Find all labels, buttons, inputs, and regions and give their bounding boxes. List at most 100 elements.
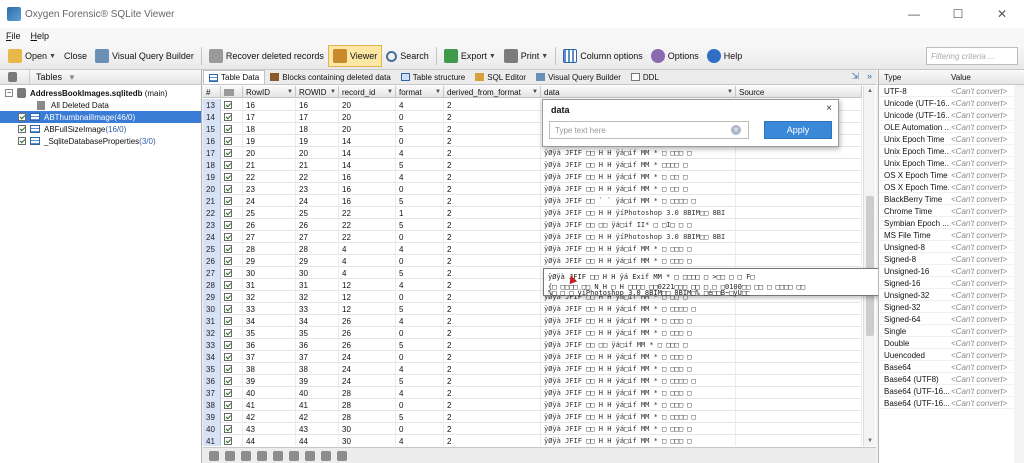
- record-id-cell[interactable]: 16: [339, 171, 396, 183]
- column-header-derived-from-format[interactable]: derived_from_format ▼: [444, 86, 541, 98]
- record-id-cell[interactable]: 24: [339, 351, 396, 363]
- row-number-cell[interactable]: 32: [203, 327, 221, 339]
- derived-from-format-cell[interactable]: 2: [444, 147, 541, 159]
- source-cell[interactable]: [736, 351, 862, 363]
- row-number-cell[interactable]: 20: [203, 183, 221, 195]
- rowid-2-cell[interactable]: 23: [296, 183, 339, 195]
- rowid-cell[interactable]: 37: [243, 351, 296, 363]
- data-cell[interactable]: ÿØÿà JFIF □□ H H ÿá□if MM * □ □□□ □: [541, 315, 736, 327]
- rowid-2-cell[interactable]: 40: [296, 387, 339, 399]
- source-cell[interactable]: [736, 255, 862, 267]
- column-header-index[interactable]: #: [203, 86, 221, 98]
- source-cell[interactable]: [736, 207, 862, 219]
- row-checkbox[interactable]: [224, 317, 232, 325]
- data-cell[interactable]: ÿØÿà JFIF □□ H H ÿíPhotoshop 3.0 8BIM□□ …: [541, 207, 736, 219]
- record-id-cell[interactable]: 24: [339, 375, 396, 387]
- derived-from-format-cell[interactable]: 2: [444, 99, 541, 111]
- rowid-cell[interactable]: 20: [243, 147, 296, 159]
- source-cell[interactable]: [736, 387, 862, 399]
- data-cell[interactable]: ÿØÿà JFIF □□ H H ÿá□if MM * □ □□ □: [541, 171, 736, 183]
- format-cell[interactable]: 1: [396, 207, 444, 219]
- export-button[interactable]: Export ▼: [440, 45, 500, 67]
- row-number-cell[interactable]: 21: [203, 195, 221, 207]
- tab-visual-query-builder[interactable]: Visual Query Builder: [531, 70, 626, 84]
- filter-icon[interactable]: ▼: [68, 73, 76, 82]
- row-checkbox-cell[interactable]: [221, 339, 243, 351]
- record-id-cell[interactable]: 20: [339, 123, 396, 135]
- table-row[interactable]: 38 41 41 28 0 2 ÿØÿà JFIF □□ H H ÿá□if MM * □ …: [203, 399, 862, 411]
- rowid-cell[interactable]: 27: [243, 231, 296, 243]
- format-cell[interactable]: 5: [396, 267, 444, 279]
- row-checkbox-cell[interactable]: [221, 351, 243, 363]
- source-cell[interactable]: [736, 435, 862, 446]
- derived-from-format-cell[interactable]: 2: [444, 411, 541, 423]
- filter-text-input[interactable]: [549, 121, 749, 139]
- row-checkbox[interactable]: [224, 437, 232, 445]
- record-id-cell[interactable]: 30: [339, 423, 396, 435]
- table-row[interactable]: 30 33 33 12 5 2 ÿØÿà JFIF □□ H H ÿá□if MM * □ …: [203, 303, 862, 315]
- source-cell[interactable]: [736, 363, 862, 375]
- row-checkbox-cell[interactable]: [221, 183, 243, 195]
- maximize-button[interactable]: ☐: [936, 0, 980, 28]
- rowid-cell[interactable]: 22: [243, 171, 296, 183]
- search-button[interactable]: Search: [382, 45, 433, 67]
- source-cell[interactable]: [736, 195, 862, 207]
- format-cell[interactable]: 5: [396, 195, 444, 207]
- format-cell[interactable]: 0: [396, 423, 444, 435]
- format-cell[interactable]: 0: [396, 327, 444, 339]
- row-number-cell[interactable]: 27: [203, 267, 221, 279]
- rowid-cell[interactable]: 21: [243, 159, 296, 171]
- record-id-cell[interactable]: 12: [339, 291, 396, 303]
- close-window-button[interactable]: ✕: [980, 0, 1024, 28]
- derived-from-format-cell[interactable]: 2: [444, 399, 541, 411]
- derived-from-format-cell[interactable]: 2: [444, 207, 541, 219]
- row-checkbox-cell[interactable]: [221, 303, 243, 315]
- table-checkbox[interactable]: [18, 125, 26, 133]
- scroll-up-icon[interactable]: ▲: [864, 86, 876, 96]
- table-row[interactable]: 33 36 36 26 5 2 ÿØÿà JFIF □□ □□ ÿá□if MM * □ □…: [203, 339, 862, 351]
- type-row[interactable]: OLE Automation ... <Can't convert>: [879, 121, 1024, 133]
- data-cell[interactable]: ÿØÿà JFIF □□ H H ÿá□if MM * □ □□□ □: [541, 423, 736, 435]
- column-dropdown-icon[interactable]: ▼: [727, 89, 733, 95]
- rowid-2-cell[interactable]: 30: [296, 267, 339, 279]
- table-row[interactable]: 24 27 27 22 0 2 ÿØÿà JFIF □□ H H ÿíPhotoshop 3…: [203, 231, 862, 243]
- row-number-cell[interactable]: 24: [203, 231, 221, 243]
- data-cell[interactable]: ÿØÿà JFIF □□ H H ÿá□if MM * □ □□□ □: [541, 435, 736, 446]
- rowid-2-cell[interactable]: 36: [296, 339, 339, 351]
- record-id-cell[interactable]: 14: [339, 135, 396, 147]
- table-row[interactable]: 21 24 24 16 5 2 ÿØÿà JFIF □□ ` ` ÿá□if MM * □ …: [203, 195, 862, 207]
- rowid-2-cell[interactable]: 44: [296, 435, 339, 446]
- column-header-record-id[interactable]: record_id ▼: [339, 86, 396, 98]
- rowid-cell[interactable]: 26: [243, 219, 296, 231]
- row-number-cell[interactable]: 18: [203, 159, 221, 171]
- row-checkbox[interactable]: [224, 137, 232, 145]
- type-row[interactable]: Base64 (UTF8) <Can't convert>: [879, 373, 1024, 385]
- row-checkbox[interactable]: [224, 113, 232, 121]
- derived-from-format-cell[interactable]: 2: [444, 351, 541, 363]
- data-cell[interactable]: ÿØÿà JFIF □□ H H ÿá□if MM * □ □□ □: [541, 183, 736, 195]
- data-cell[interactable]: ÿØÿà JFIF □□ H H ÿá□if MM * □ □□□ □: [541, 363, 736, 375]
- row-checkbox[interactable]: [224, 293, 232, 301]
- format-cell[interactable]: 4: [396, 363, 444, 375]
- binoculars-icon[interactable]: [305, 450, 315, 461]
- rowid-2-cell[interactable]: 22: [296, 171, 339, 183]
- rowid-2-cell[interactable]: 35: [296, 327, 339, 339]
- export-icon[interactable]: [337, 450, 347, 461]
- rowid-2-cell[interactable]: 32: [296, 291, 339, 303]
- column-header-rowid[interactable]: RowID ▼: [243, 86, 296, 98]
- source-cell[interactable]: [736, 339, 862, 351]
- tab-ddl[interactable]: DDL: [626, 70, 664, 84]
- record-id-cell[interactable]: 20: [339, 111, 396, 123]
- rowid-cell[interactable]: 44: [243, 435, 296, 446]
- open-button[interactable]: Open ▼: [4, 45, 60, 67]
- record-id-cell[interactable]: 14: [339, 147, 396, 159]
- row-checkbox-cell[interactable]: [221, 231, 243, 243]
- record-id-cell[interactable]: 26: [339, 315, 396, 327]
- data-cell[interactable]: ÿØÿà JFIF □□ H H ÿá□if MM * □□□□ □: [541, 159, 736, 171]
- type-row[interactable]: UTF-8 <Can't convert>: [879, 85, 1024, 97]
- derived-from-format-cell[interactable]: 2: [444, 243, 541, 255]
- derived-from-format-cell[interactable]: 2: [444, 231, 541, 243]
- row-number-cell[interactable]: 16: [203, 135, 221, 147]
- row-checkbox[interactable]: [224, 377, 232, 385]
- source-cell[interactable]: [736, 183, 862, 195]
